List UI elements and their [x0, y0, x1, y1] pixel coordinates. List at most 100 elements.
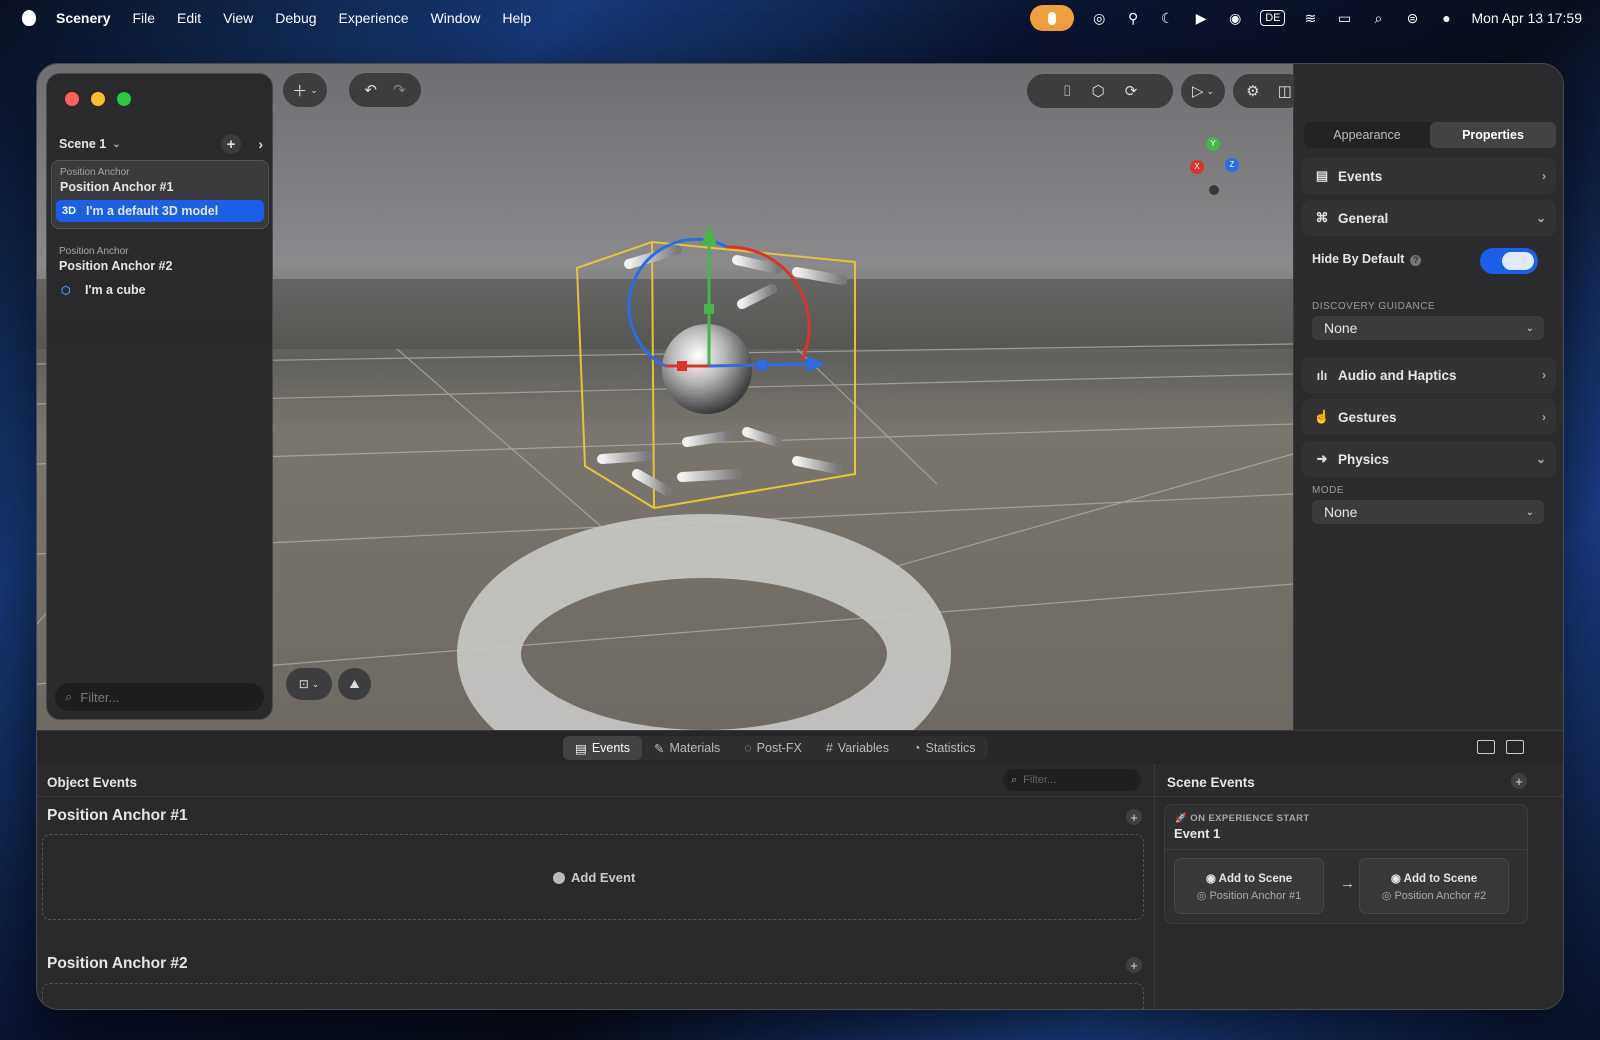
sidebar-filter-input[interactable]: ⌕ Filter...: [55, 683, 264, 711]
camera-mode-button[interactable]: ⊡ ⌄: [286, 668, 332, 700]
tab-variables[interactable]: # Variables: [814, 736, 901, 760]
action-card[interactable]: ◉ Add to Scene ◎ Position Anchor #2: [1359, 858, 1509, 914]
section-gestures[interactable]: ☝ Gestures ›: [1302, 399, 1556, 435]
search-icon[interactable]: ⌕: [1369, 10, 1387, 26]
add-event-button[interactable]: Add Event: [553, 870, 635, 885]
menu-help[interactable]: Help: [502, 10, 531, 26]
action-target: Position Anchor #1: [1209, 890, 1302, 902]
tab-events[interactable]: ▤ Events: [563, 736, 643, 760]
discovery-guidance-caption: DISCOVERY GUIDANCE: [1312, 301, 1436, 312]
scene-event-card[interactable]: 🚀 ON EXPERIENCE START Event 1 ◉ Add to S…: [1164, 804, 1528, 924]
minimize-button[interactable]: [91, 92, 105, 106]
chevron-down-icon: ⌄: [1535, 211, 1546, 225]
tab-statistics[interactable]: ◔ Statistics: [901, 736, 988, 760]
hide-by-default-toggle[interactable]: [1480, 248, 1538, 274]
anchor-name: Position Anchor #2: [59, 259, 173, 273]
zoom-button[interactable]: [117, 92, 131, 106]
eye-icon: ◉: [1390, 873, 1404, 885]
anchor-icon: ◎: [1196, 890, 1210, 902]
add-object-event-button[interactable]: +: [1126, 957, 1142, 973]
sphere-model[interactable]: [662, 324, 752, 414]
scene-selector[interactable]: Scene 1 ⌄ + ›: [59, 134, 267, 154]
cube-icon[interactable]: ⬡: [1092, 82, 1105, 100]
gizmo-y-axis[interactable]: Y: [1206, 137, 1220, 151]
tab-appearance[interactable]: Appearance: [1304, 122, 1430, 148]
play-circle-icon[interactable]: ▶: [1192, 10, 1210, 26]
physics-mode-select[interactable]: None ⌄: [1312, 500, 1544, 524]
discovery-guidance-select[interactable]: None ⌄: [1312, 316, 1544, 340]
layout-split-icon[interactable]: [1506, 740, 1524, 754]
section-events[interactable]: ▤ Events ›: [1302, 158, 1556, 194]
event-drop-zone[interactable]: Add Event: [42, 834, 1144, 920]
gizmo-x-axis[interactable]: X: [1190, 160, 1204, 174]
action-target: Position Anchor #2: [1394, 890, 1487, 902]
chevron-right-icon[interactable]: ›: [258, 136, 263, 152]
tab-post-fx[interactable]: ◌ Post-FX: [732, 736, 814, 760]
object-item-cube[interactable]: ⬡ I'm a cube: [55, 279, 263, 301]
apple-icon[interactable]: [22, 10, 36, 26]
tab-properties[interactable]: Properties: [1430, 122, 1556, 148]
object-item-3d-model[interactable]: 3D I'm a default 3D model: [56, 200, 264, 222]
accessibility-icon[interactable]: ⚲: [1124, 10, 1142, 26]
add-scene-button[interactable]: +: [221, 134, 241, 154]
inspector-panel: Appearance Properties ▤ Events › ⌘ Gener…: [1293, 64, 1563, 730]
action-card[interactable]: ◉ Add to Scene ◎ Position Anchor #1: [1174, 858, 1324, 914]
section-audio-haptics[interactable]: ılı Audio and Haptics ›: [1302, 357, 1556, 393]
select-value: None: [1324, 504, 1358, 520]
refresh-icon[interactable]: ⟳: [1125, 82, 1138, 100]
environment-button[interactable]: ⛰: [338, 668, 371, 700]
event-trigger: 🚀 ON EXPERIENCE START: [1175, 813, 1310, 824]
filter-placeholder: Filter...: [80, 689, 120, 705]
play-button[interactable]: ▷ ⌄: [1181, 74, 1225, 108]
battery-icon[interactable]: ▭: [1335, 10, 1353, 26]
tab-materials[interactable]: ✎ Materials: [642, 736, 732, 760]
divider: [1165, 849, 1527, 850]
chart-pie-icon: ◔: [912, 741, 921, 755]
settings-gear-icon[interactable]: ⚙: [1246, 82, 1259, 100]
redo-icon[interactable]: ↷: [393, 81, 406, 99]
gizmo-z-axis[interactable]: Z: [1225, 158, 1239, 172]
event-name: Event 1: [1174, 826, 1221, 841]
screen-record-icon[interactable]: ◉: [1226, 10, 1244, 26]
sidebar-toggle-icon[interactable]: ◫: [1278, 82, 1292, 100]
menu-clock[interactable]: Mon Apr 13 17:59: [1471, 10, 1582, 26]
chevron-down-icon: ⌄: [1535, 452, 1546, 466]
menu-debug[interactable]: Debug: [275, 10, 316, 26]
menu-window[interactable]: Window: [431, 10, 481, 26]
anchor-item-1[interactable]: Position Anchor Position Anchor #1 3D I'…: [51, 160, 269, 229]
scene-viewport[interactable]: Y X Z ＋ ⌄ ↶ ↷ ⌷ ⬡ ⟳ ▷ ⌄ ⚙ ◫ ⊡ ⌄ ⛰ Scene …: [37, 64, 1293, 730]
app-menu[interactable]: Scenery: [56, 10, 110, 26]
object-label: I'm a cube: [85, 283, 146, 297]
undo-icon[interactable]: ↶: [364, 81, 377, 99]
fingerprint-icon[interactable]: ◎: [1090, 10, 1108, 26]
section-physics[interactable]: ➜ Physics ⌄: [1302, 441, 1556, 477]
control-center-icon[interactable]: ⊜: [1403, 10, 1421, 26]
add-scene-event-button[interactable]: +: [1511, 773, 1527, 789]
section-general[interactable]: ⌘ General ⌄: [1302, 200, 1556, 236]
add-object-event-button[interactable]: +: [1126, 809, 1142, 825]
anchor-kind: Position Anchor: [60, 167, 130, 178]
add-object-button[interactable]: ＋ ⌄: [283, 73, 327, 107]
wifi-icon[interactable]: ≋: [1301, 10, 1319, 26]
help-icon[interactable]: ?: [1410, 255, 1422, 266]
camera-icon[interactable]: ⌷: [1063, 83, 1072, 100]
add-event-label: Add Event: [571, 870, 636, 885]
object-events-filter-input[interactable]: ⌕ Filter...: [1003, 769, 1141, 791]
siri-icon[interactable]: ●: [1437, 10, 1455, 26]
menu-edit[interactable]: Edit: [177, 10, 201, 26]
cube-icon: ⬡: [61, 284, 71, 297]
input-source-indicator[interactable]: DE: [1260, 10, 1286, 26]
section-title: Audio and Haptics: [1338, 367, 1457, 383]
close-button[interactable]: [65, 92, 79, 106]
orientation-gizmo[interactable]: Y X Z: [1187, 134, 1247, 204]
anchor-item-2[interactable]: Position Anchor Position Anchor #2 ⬡ I'm…: [51, 240, 267, 307]
moon-icon[interactable]: ☾: [1158, 10, 1176, 26]
menu-experience[interactable]: Experience: [339, 10, 409, 26]
menu-view[interactable]: View: [223, 10, 253, 26]
tab-label: Events: [591, 741, 631, 755]
menu-file[interactable]: File: [132, 10, 155, 26]
event-drop-zone[interactable]: [42, 983, 1144, 1009]
layout-bottom-icon[interactable]: [1477, 740, 1495, 754]
microphone-indicator-icon[interactable]: [1030, 5, 1075, 31]
waveform-icon: ılı: [1316, 367, 1328, 383]
